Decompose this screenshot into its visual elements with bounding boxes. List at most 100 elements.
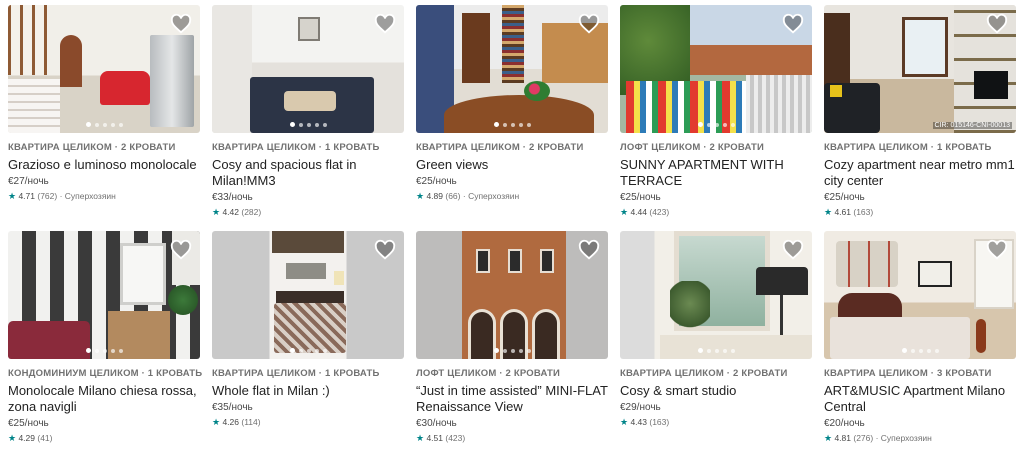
- pagination-dot[interactable]: [94, 348, 99, 353]
- pagination-dot[interactable]: [493, 348, 499, 353]
- listing-type: ЛОФТ ЦЕЛИКОМ · 2 КРОВАТИ: [416, 368, 561, 379]
- listing-card[interactable]: КВАРТИРА ЦЕЛИКОМ · 1 КРОВАТЬ Whole flat …: [212, 231, 404, 428]
- photo-pagination-dots[interactable]: [416, 348, 608, 353]
- photo-pagination-dots[interactable]: [212, 122, 404, 127]
- pagination-dot[interactable]: [697, 122, 703, 127]
- pagination-dot[interactable]: [298, 348, 303, 353]
- listing-title[interactable]: SUNNY APARTMENT WITH TERRACE: [620, 157, 812, 189]
- listing-title[interactable]: “Just in time assisted” MINI-FLAT Renais…: [416, 383, 608, 415]
- heart-icon[interactable]: [986, 13, 1008, 35]
- heart-icon[interactable]: [986, 239, 1008, 261]
- pagination-dot[interactable]: [934, 348, 939, 353]
- listing-title[interactable]: ART&MUSIC Apartment Milano Central: [824, 383, 1016, 415]
- photo-pagination-dots[interactable]: [620, 122, 812, 127]
- listing-card[interactable]: КВАРТИРА ЦЕЛИКОМ · 2 КРОВАТИ Cosy & smar…: [620, 231, 812, 428]
- photo-pagination-dots[interactable]: [8, 348, 200, 353]
- pagination-dot[interactable]: [526, 122, 531, 127]
- listing-photo[interactable]: [620, 5, 812, 133]
- listing-title[interactable]: Whole flat in Milan :): [212, 383, 404, 399]
- pagination-dot[interactable]: [94, 122, 99, 127]
- listing-photo[interactable]: [212, 231, 404, 359]
- listing-card[interactable]: КВАРТИРА ЦЕЛИКОМ · 2 КРОВАТИ Grazioso e …: [8, 5, 200, 202]
- photo-pagination-dots[interactable]: [8, 122, 200, 127]
- pagination-dot[interactable]: [918, 348, 923, 353]
- pagination-dot[interactable]: [298, 122, 303, 127]
- pagination-dot[interactable]: [510, 122, 515, 127]
- listing-title[interactable]: Monolocale Milano chiesa rossa, zona nav…: [8, 383, 200, 415]
- pagination-dot[interactable]: [518, 348, 523, 353]
- listing-photo[interactable]: [8, 231, 200, 359]
- listing-card[interactable]: ЛОФТ ЦЕЛИКОМ · 2 КРОВАТИ SUNNY APARTMENT…: [620, 5, 812, 218]
- listing-rating: ★ 4.42 (282): [212, 207, 262, 217]
- heart-icon[interactable]: [170, 239, 192, 261]
- pagination-dot[interactable]: [526, 348, 531, 353]
- pagination-dot[interactable]: [910, 348, 915, 353]
- pagination-dot[interactable]: [322, 348, 327, 353]
- listing-type: КВАРТИРА ЦЕЛИКОМ · 1 КРОВАТЬ: [212, 142, 380, 153]
- pagination-dot[interactable]: [314, 122, 319, 127]
- listing-title[interactable]: Cozy apartment near metro mm1 city cente…: [824, 157, 1016, 189]
- pagination-dot[interactable]: [714, 122, 719, 127]
- pagination-dot[interactable]: [518, 122, 523, 127]
- listing-card[interactable]: КВАРТИРА ЦЕЛИКОМ · 1 КРОВАТЬ Cosy and sp…: [212, 5, 404, 218]
- pagination-dot[interactable]: [722, 348, 727, 353]
- listing-photo[interactable]: [620, 231, 812, 359]
- listing-card[interactable]: КОНДОМИНИУМ ЦЕЛИКОМ · 1 КРОВАТЬ Monoloca…: [8, 231, 202, 444]
- pagination-dot[interactable]: [110, 348, 115, 353]
- pagination-dot[interactable]: [118, 348, 123, 353]
- pagination-dot[interactable]: [706, 348, 711, 353]
- listing-photo[interactable]: [8, 5, 200, 133]
- heart-icon[interactable]: [374, 239, 396, 261]
- photo-pagination-dots[interactable]: [620, 348, 812, 353]
- listing-title[interactable]: Green views: [416, 157, 608, 173]
- listing-title[interactable]: Cosy & smart studio: [620, 383, 812, 399]
- pagination-dot[interactable]: [306, 122, 311, 127]
- listing-rating: ★ 4.43 (163): [620, 417, 670, 427]
- heart-icon[interactable]: [170, 13, 192, 35]
- pagination-dot[interactable]: [730, 122, 735, 127]
- pagination-dot[interactable]: [322, 122, 327, 127]
- pagination-dot[interactable]: [85, 348, 91, 353]
- listing-photo[interactable]: [416, 5, 608, 133]
- photo-pagination-dots[interactable]: [824, 348, 1016, 353]
- photo-pagination-dots[interactable]: [212, 348, 404, 353]
- listing-card[interactable]: КВАРТИРА ЦЕЛИКОМ · 2 КРОВАТИ Green views…: [416, 5, 608, 202]
- pagination-dot[interactable]: [706, 122, 711, 127]
- listing-photo[interactable]: [824, 231, 1016, 359]
- listing-photo[interactable]: [416, 231, 608, 359]
- pagination-dot[interactable]: [926, 348, 931, 353]
- pagination-dot[interactable]: [306, 348, 311, 353]
- listing-card[interactable]: CIR: 015146-CNI-00013 КВАРТИРА ЦЕЛИКОМ ·…: [824, 5, 1016, 218]
- pagination-dot[interactable]: [901, 348, 907, 353]
- star-icon: ★: [212, 207, 221, 217]
- listing-title[interactable]: Grazioso e luminoso monolocale: [8, 157, 200, 173]
- heart-icon[interactable]: [374, 13, 396, 35]
- listing-title[interactable]: Cosy and spacious flat in Milan!MM3: [212, 157, 404, 189]
- heart-icon[interactable]: [578, 13, 600, 35]
- pagination-dot[interactable]: [118, 122, 123, 127]
- listing-type: КВАРТИРА ЦЕЛИКОМ · 2 КРОВАТИ: [416, 142, 584, 153]
- listing-photo[interactable]: [212, 5, 404, 133]
- pagination-dot[interactable]: [502, 348, 507, 353]
- listing-photo[interactable]: CIR: 015146-CNI-00013: [824, 5, 1016, 133]
- pagination-dot[interactable]: [102, 348, 107, 353]
- listing-card[interactable]: КВАРТИРА ЦЕЛИКОМ · 3 КРОВАТИ ART&MUSIC A…: [824, 231, 1016, 444]
- pagination-dot[interactable]: [697, 348, 703, 353]
- pagination-dot[interactable]: [289, 122, 295, 127]
- pagination-dot[interactable]: [289, 348, 295, 353]
- heart-icon[interactable]: [782, 239, 804, 261]
- pagination-dot[interactable]: [102, 122, 107, 127]
- pagination-dot[interactable]: [85, 122, 91, 127]
- heart-icon[interactable]: [782, 13, 804, 35]
- pagination-dot[interactable]: [730, 348, 735, 353]
- heart-icon[interactable]: [578, 239, 600, 261]
- photo-pagination-dots[interactable]: [416, 122, 608, 127]
- pagination-dot[interactable]: [510, 348, 515, 353]
- pagination-dot[interactable]: [493, 122, 499, 127]
- pagination-dot[interactable]: [110, 122, 115, 127]
- pagination-dot[interactable]: [314, 348, 319, 353]
- pagination-dot[interactable]: [722, 122, 727, 127]
- listing-card[interactable]: ЛОФТ ЦЕЛИКОМ · 2 КРОВАТИ “Just in time a…: [416, 231, 608, 444]
- pagination-dot[interactable]: [714, 348, 719, 353]
- pagination-dot[interactable]: [502, 122, 507, 127]
